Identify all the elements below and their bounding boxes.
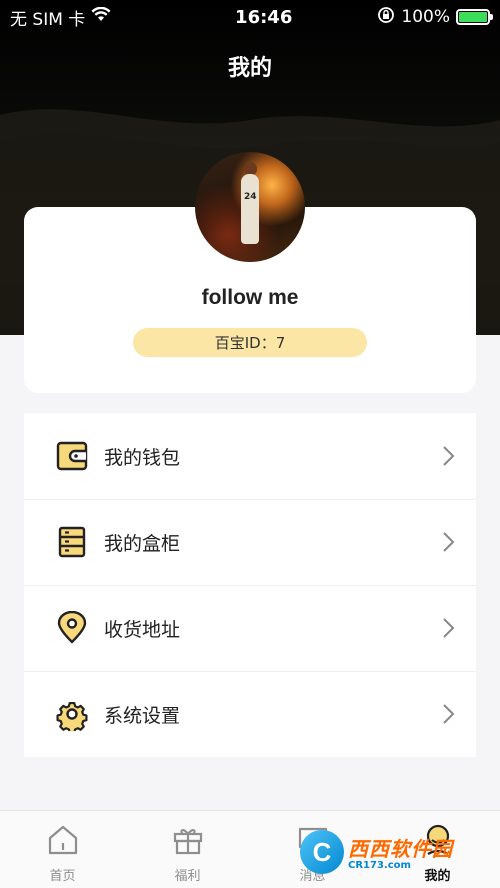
chevron-right-icon [438,616,458,640]
menu-item-wallet[interactable]: 我的钱包 [24,413,476,499]
menu-label-address: 收货地址 [104,618,181,641]
menu-item-address[interactable]: 收货地址 [24,585,476,671]
avatar-jersey-number: 24 [244,192,257,202]
carrier-text: 无 SIM 卡 [10,9,86,30]
gift-icon [171,823,205,861]
battery-percent: 100% [401,7,450,27]
orientation-lock-icon [377,6,395,29]
user-id-badge: 百宝ID：7 [133,328,367,357]
chevron-right-icon [438,530,458,554]
menu-label-wallet: 我的钱包 [104,446,181,469]
cabinet-icon [54,524,90,560]
watermark-logo-letter: C [312,836,332,867]
wallet-icon [54,438,90,474]
menu-item-settings[interactable]: 系统设置 [24,671,476,757]
tab-label-welfare: 福利 [174,869,201,884]
tab-home[interactable]: 首页 [0,811,125,888]
home-icon [46,823,80,861]
watermark-main-text: 西西软件园 [348,837,453,861]
battery-icon [456,9,493,25]
menu-item-cabinet[interactable]: 我的盒柜 [24,499,476,585]
menu-label-settings: 系统设置 [104,704,181,727]
watermark-sub-text: CR173.com [348,860,411,871]
user-id-text: 百宝ID：7 [214,334,286,352]
tab-welfare[interactable]: 福利 [125,811,250,888]
watermark-logo: C [300,830,344,874]
avatar[interactable]: 24 [195,152,305,262]
watermark: C 西西软件园 CR173.com [300,826,490,878]
status-bar: 无 SIM 卡 16:46 100% [0,0,500,34]
wifi-icon [91,6,111,28]
chevron-right-icon [438,444,458,468]
username: follow me [201,286,299,309]
status-time: 16:46 [235,6,293,28]
page-title: 我的 [227,56,272,81]
tab-label-home: 首页 [49,869,76,884]
chevron-right-icon [438,702,458,726]
gear-icon [54,696,90,732]
menu-list: 我的钱包 我的盒柜 收货地址 系统设置 [24,413,476,757]
menu-label-cabinet: 我的盒柜 [104,532,181,555]
location-pin-icon [54,610,90,646]
